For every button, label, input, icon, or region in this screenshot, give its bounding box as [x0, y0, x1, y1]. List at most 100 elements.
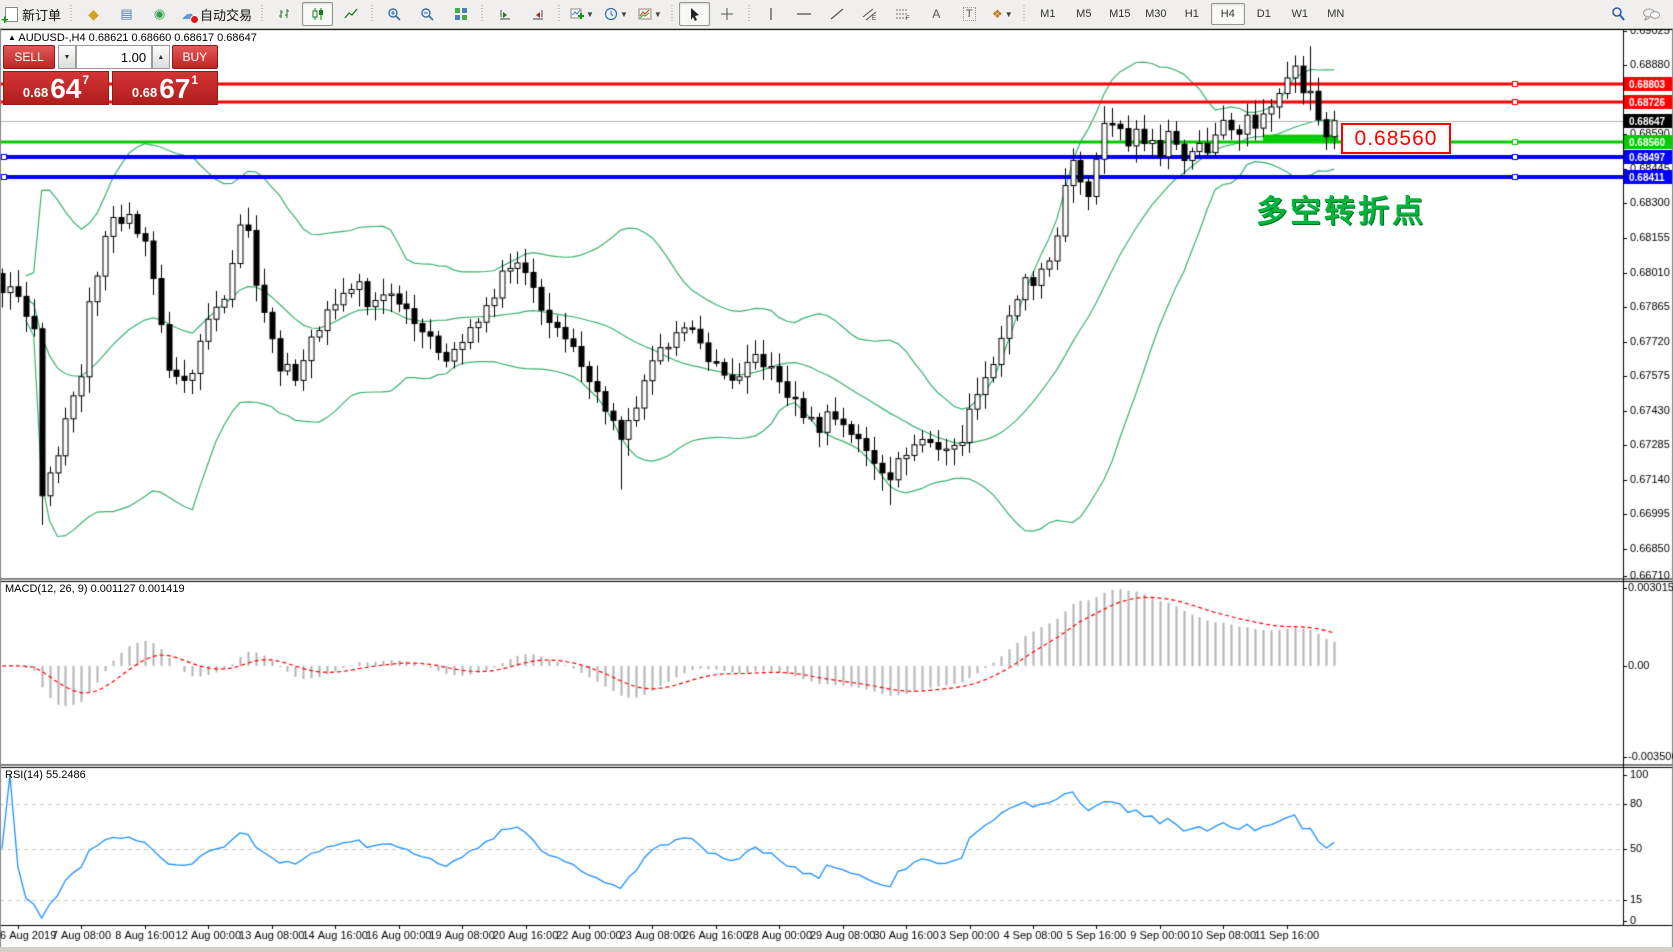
- toolbar-grip: [68, 5, 75, 23]
- timeframe-group: M1M5M15M30H1H4D1W1MN: [1030, 3, 1354, 25]
- chart-shift-icon: [531, 7, 545, 21]
- vertical-line-icon: [766, 7, 776, 21]
- dropdown-caret-icon: ▼: [1005, 10, 1013, 19]
- new-order-button[interactable]: + 新订单: [1, 2, 65, 26]
- toolbar-grip: [259, 5, 266, 23]
- sell-button[interactable]: SELL: [3, 45, 55, 69]
- zoom-out-button[interactable]: [412, 2, 443, 26]
- turning-point-annotation[interactable]: 多空转折点: [1256, 186, 1426, 231]
- price-level-annotation[interactable]: 0.68560: [1341, 123, 1451, 154]
- navigator-icon: ▤: [120, 6, 132, 22]
- autotrading-icon: ☁: [181, 7, 196, 22]
- line-chart-icon: [344, 7, 358, 21]
- navigator-button[interactable]: ▤: [111, 2, 142, 26]
- svg-text:F: F: [906, 16, 910, 21]
- one-click-trading-panel: SELL ▼ 1.00 ▲ BUY 0.68 64 7 0.68 67 1: [3, 45, 218, 105]
- svg-text:E: E: [872, 16, 876, 21]
- buy-price-prefix: 0.68: [132, 84, 157, 102]
- toolbar-grip: [479, 5, 486, 23]
- crosshair-icon: [720, 7, 734, 21]
- trendline-icon: [830, 7, 844, 21]
- fibonacci-button[interactable]: F: [888, 2, 919, 26]
- bar-chart-button[interactable]: [269, 2, 300, 26]
- zoom-in-icon: [387, 7, 402, 22]
- buy-price-panel[interactable]: 0.68 67 1: [112, 71, 218, 105]
- candlestick-chart-button[interactable]: [302, 2, 333, 26]
- market-watch-button[interactable]: ◆: [78, 2, 109, 26]
- symbol-collapse-icon[interactable]: ▲: [8, 33, 16, 42]
- timeframe-m30-button[interactable]: M30: [1139, 3, 1173, 25]
- candlestick-chart-icon: [311, 7, 325, 21]
- vertical-line-button[interactable]: [756, 2, 787, 26]
- rsi-indicator-label: RSI(14) 55.2486: [5, 769, 86, 781]
- text-label-button[interactable]: T: [954, 2, 985, 26]
- fibonacci-icon: F: [895, 7, 911, 21]
- symbol-info: ▲ AUDUSD-,H4 0.68621 0.68660 0.68617 0.6…: [8, 32, 257, 44]
- zoom-in-button[interactable]: [379, 2, 410, 26]
- sell-price-big: 64: [50, 76, 81, 102]
- tile-windows-button[interactable]: [445, 2, 476, 26]
- arrows-button[interactable]: ❖ ▼: [987, 2, 1018, 26]
- chat-icon: [1642, 7, 1660, 22]
- toolbar-grip: [746, 5, 753, 23]
- cursor-button[interactable]: [679, 2, 710, 26]
- sell-price-pip: 7: [82, 74, 89, 86]
- text-button[interactable]: A: [921, 2, 952, 26]
- auto-scroll-button[interactable]: [489, 2, 520, 26]
- new-order-label: 新订单: [22, 5, 61, 24]
- timeframe-m1-button[interactable]: M1: [1031, 3, 1065, 25]
- dropdown-caret-icon: ▼: [654, 10, 662, 19]
- horizontal-line-button[interactable]: [789, 2, 820, 26]
- sell-price-prefix: 0.68: [23, 84, 48, 102]
- volume-increase-button[interactable]: ▲: [152, 45, 169, 69]
- templates-button[interactable]: ▼: [634, 2, 666, 26]
- toolbar-grip: [369, 5, 376, 23]
- buy-price-pip: 1: [191, 74, 198, 86]
- dropdown-caret-icon: ▼: [620, 10, 628, 19]
- text-label-icon: T: [963, 7, 976, 21]
- zoom-out-icon: [420, 7, 435, 22]
- chat-button[interactable]: [1635, 2, 1666, 26]
- symbol-info-text: AUDUSD-,H4 0.68621 0.68660 0.68617 0.686…: [18, 32, 257, 44]
- text-icon: A: [932, 7, 940, 21]
- timeframe-w1-button[interactable]: W1: [1283, 3, 1317, 25]
- periods-clock-icon: [604, 7, 618, 21]
- cursor-icon: [688, 7, 701, 21]
- crosshair-button[interactable]: [712, 2, 743, 26]
- timeframe-d1-button[interactable]: D1: [1247, 3, 1281, 25]
- macd-indicator-label: MACD(12, 26, 9) 0.001127 0.001419: [5, 583, 185, 595]
- timeframe-h4-button[interactable]: H4: [1211, 3, 1245, 25]
- buy-button[interactable]: BUY: [172, 45, 218, 69]
- timeframe-m5-button[interactable]: M5: [1067, 3, 1101, 25]
- chart-shift-button[interactable]: [522, 2, 553, 26]
- equidistant-channel-button[interactable]: E: [855, 2, 886, 26]
- new-order-icon: +: [5, 7, 18, 22]
- market-watch-icon: ◆: [88, 6, 99, 23]
- timeframe-mn-button[interactable]: MN: [1319, 3, 1353, 25]
- sell-price-panel[interactable]: 0.68 64 7: [3, 71, 109, 105]
- autotrading-button[interactable]: ☁ 自动交易: [177, 2, 256, 26]
- autotrading-label: 自动交易: [200, 5, 252, 24]
- indicators-icon: [570, 7, 584, 21]
- indicators-button[interactable]: ▼: [566, 2, 598, 26]
- signals-icon: ◉: [154, 6, 165, 22]
- line-chart-button[interactable]: [335, 2, 366, 26]
- volume-input[interactable]: 1.00: [76, 45, 153, 69]
- toolbar-grip: [669, 5, 676, 23]
- horizontal-line-icon: [796, 7, 812, 21]
- buy-price-big: 67: [159, 76, 190, 102]
- dropdown-caret-icon: ▼: [586, 10, 594, 19]
- toolbar-grip: [556, 5, 563, 23]
- trendline-button[interactable]: [822, 2, 853, 26]
- toolbar: + 新订单 ◆ ▤ ◉ ☁ 自动交易 ▼: [0, 0, 1673, 29]
- search-icon: [1610, 6, 1626, 22]
- volume-decrease-button[interactable]: ▼: [58, 45, 75, 69]
- equidistant-channel-icon: E: [862, 7, 878, 21]
- auto-scroll-icon: [498, 7, 512, 21]
- templates-icon: [638, 7, 652, 21]
- timeframe-h1-button[interactable]: H1: [1175, 3, 1209, 25]
- signals-button[interactable]: ◉: [144, 2, 175, 26]
- timeframe-m15-button[interactable]: M15: [1103, 3, 1137, 25]
- periods-button[interactable]: ▼: [600, 2, 632, 26]
- search-button[interactable]: [1602, 2, 1633, 26]
